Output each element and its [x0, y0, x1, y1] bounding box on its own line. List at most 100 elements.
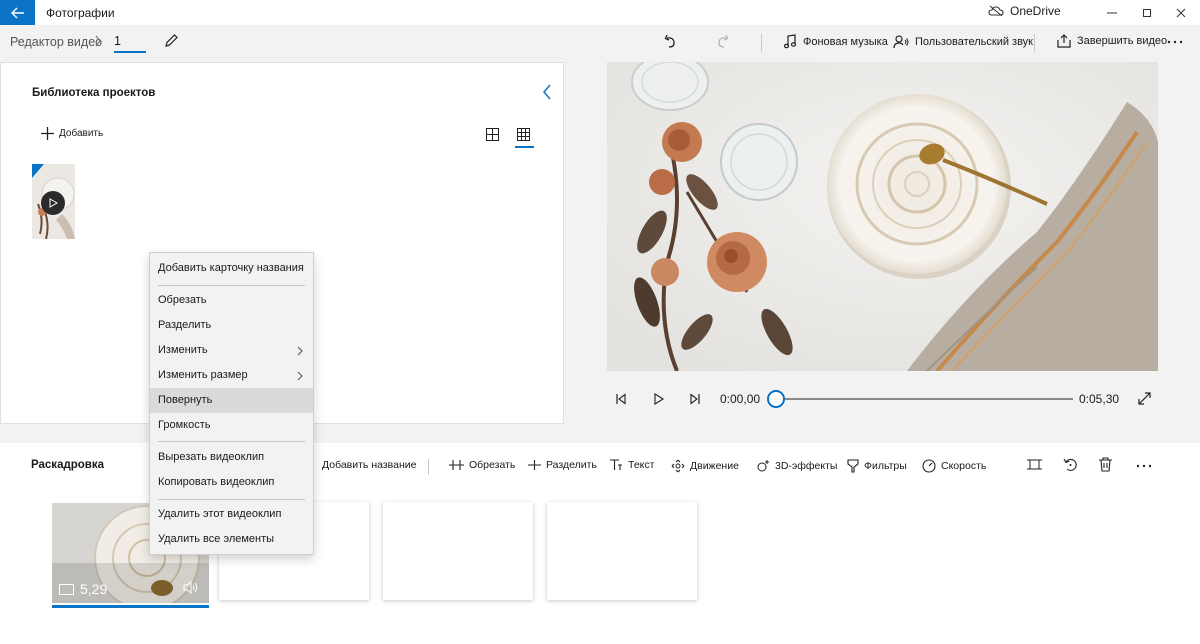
text-label: Текст — [628, 459, 655, 471]
more-options-button[interactable] — [1167, 40, 1183, 44]
breadcrumb-video-editor[interactable]: Редактор видео — [10, 35, 102, 49]
plus-icon — [41, 127, 54, 140]
finish-video-label: Завершить видео — [1077, 35, 1168, 47]
seek-thumb[interactable] — [767, 390, 785, 408]
trim-icon — [449, 460, 464, 470]
redo-button[interactable] — [715, 34, 731, 50]
menu-edit-label: Изменить — [158, 344, 208, 356]
3d-effects-label: 3D-эффекты — [775, 460, 838, 472]
menu-resize[interactable]: Изменить размер — [150, 363, 313, 388]
trash-icon — [1099, 457, 1112, 472]
grid-large-icon — [486, 128, 499, 141]
next-frame-button[interactable] — [689, 393, 701, 405]
add-title-card-button[interactable]: Добавить название — [322, 459, 416, 471]
undo-button[interactable] — [662, 34, 678, 50]
menu-separator — [158, 499, 305, 500]
filters-label: Фильтры — [864, 460, 907, 472]
menu-trim[interactable]: Обрезать — [150, 288, 313, 313]
close-button[interactable] — [1158, 0, 1200, 25]
collapse-chevron-icon — [543, 84, 551, 100]
clip-volume-button[interactable] — [183, 581, 199, 594]
split-label: Разделить — [546, 459, 597, 471]
storyboard-toolbar-divider — [428, 459, 429, 475]
background-music-label: Фоновая музыка — [803, 35, 888, 48]
rename-button[interactable] — [163, 33, 179, 49]
maximize-icon — [1143, 8, 1151, 17]
view-large-grid-button[interactable] — [486, 128, 499, 141]
library-video-thumbnail[interactable] — [32, 164, 75, 239]
3d-effects-button[interactable]: 3D-эффекты — [756, 459, 837, 473]
library-title: Библиотека проектов — [32, 87, 156, 99]
background-music-button[interactable]: Фоновая музыка — [783, 34, 888, 49]
delete-button[interactable] — [1099, 457, 1112, 472]
menu-delete-all[interactable]: Удалить все элементы — [150, 527, 313, 552]
collapse-library-button[interactable] — [542, 84, 552, 100]
play-button[interactable] — [653, 393, 665, 405]
sparkle-icon — [757, 460, 769, 472]
split-button[interactable]: Разделить — [528, 459, 597, 471]
music-note-icon — [783, 34, 797, 49]
toolbar-divider — [1034, 34, 1035, 52]
menu-rotate[interactable]: Повернуть — [150, 388, 313, 413]
export-icon — [1057, 34, 1071, 48]
more-icon — [1136, 464, 1152, 468]
rotate-icon — [1063, 458, 1077, 471]
filters-button[interactable]: Фильтры — [847, 459, 907, 473]
onedrive-status[interactable]: OneDrive — [988, 4, 1061, 18]
menu-edit[interactable]: Изменить — [150, 338, 313, 363]
clip-selected-indicator — [52, 605, 209, 608]
custom-audio-button[interactable]: Пользовательский звук — [893, 34, 1033, 49]
text-button[interactable]: Текст — [609, 459, 654, 471]
onedrive-off-icon — [988, 5, 1004, 17]
menu-cut-clip[interactable]: Вырезать видеоклип — [150, 445, 313, 470]
clip-duration-value: 5,29 — [80, 581, 108, 597]
menu-volume[interactable]: Громкость — [150, 413, 313, 438]
seek-bar[interactable] — [775, 398, 1073, 400]
split-icon — [528, 460, 541, 470]
trim-button[interactable]: Обрезать — [449, 459, 515, 471]
breadcrumb-separator — [94, 35, 102, 47]
player-controls: 0:00,00 0:05,30 — [607, 385, 1158, 413]
video-preview[interactable] — [607, 62, 1158, 371]
next-frame-icon — [690, 393, 700, 405]
close-icon — [1176, 8, 1186, 17]
finish-video-button[interactable]: Завершить видео — [1057, 34, 1167, 48]
storyboard-empty-slot[interactable] — [547, 502, 697, 600]
crop-button[interactable] — [1027, 457, 1042, 472]
project-name-field[interactable]: 1 — [114, 33, 146, 53]
storyboard-more-button[interactable] — [1136, 464, 1152, 468]
thumbnail-play-badge — [41, 191, 65, 215]
fullscreen-icon — [1138, 392, 1151, 405]
command-bar: Редактор видео 1 Фоновая музыка Пользова… — [0, 25, 1200, 62]
trim-label: Обрезать — [469, 459, 516, 471]
rotate-button[interactable] — [1063, 457, 1078, 472]
motion-icon — [671, 459, 685, 473]
speedometer-icon — [922, 459, 936, 473]
clip-duration: 5,29 — [59, 581, 107, 597]
menu-delete-clip[interactable]: Удалить этот видеоклип — [150, 502, 313, 527]
prev-frame-icon — [616, 393, 626, 405]
chevron-right-icon — [95, 35, 101, 47]
add-media-button[interactable]: Добавить — [41, 127, 103, 140]
previous-frame-button[interactable] — [615, 393, 627, 405]
menu-split[interactable]: Разделить — [150, 313, 313, 338]
text-icon — [610, 459, 622, 470]
menu-resize-label: Изменить размер — [158, 369, 248, 381]
more-icon — [1167, 40, 1183, 44]
menu-separator — [158, 441, 305, 442]
chevron-right-icon — [297, 371, 303, 381]
menu-copy-clip[interactable]: Копировать видеоклип — [150, 470, 313, 495]
grid-small-icon — [517, 128, 530, 141]
fullscreen-button[interactable] — [1138, 392, 1151, 405]
context-menu: Добавить карточку названия Обрезать Разд… — [149, 252, 314, 555]
current-time: 0:00,00 — [720, 392, 761, 406]
view-selected-indicator — [515, 146, 534, 148]
add-title-label: Добавить название — [322, 459, 417, 471]
total-time: 0:05,30 — [1079, 392, 1120, 406]
view-small-grid-button[interactable] — [517, 128, 530, 141]
back-button[interactable] — [0, 0, 35, 25]
menu-add-title-card[interactable]: Добавить карточку названия — [150, 256, 313, 281]
speed-button[interactable]: Скорость — [922, 459, 986, 473]
motion-button[interactable]: Движение — [671, 459, 739, 473]
storyboard-empty-slot[interactable] — [383, 502, 533, 600]
